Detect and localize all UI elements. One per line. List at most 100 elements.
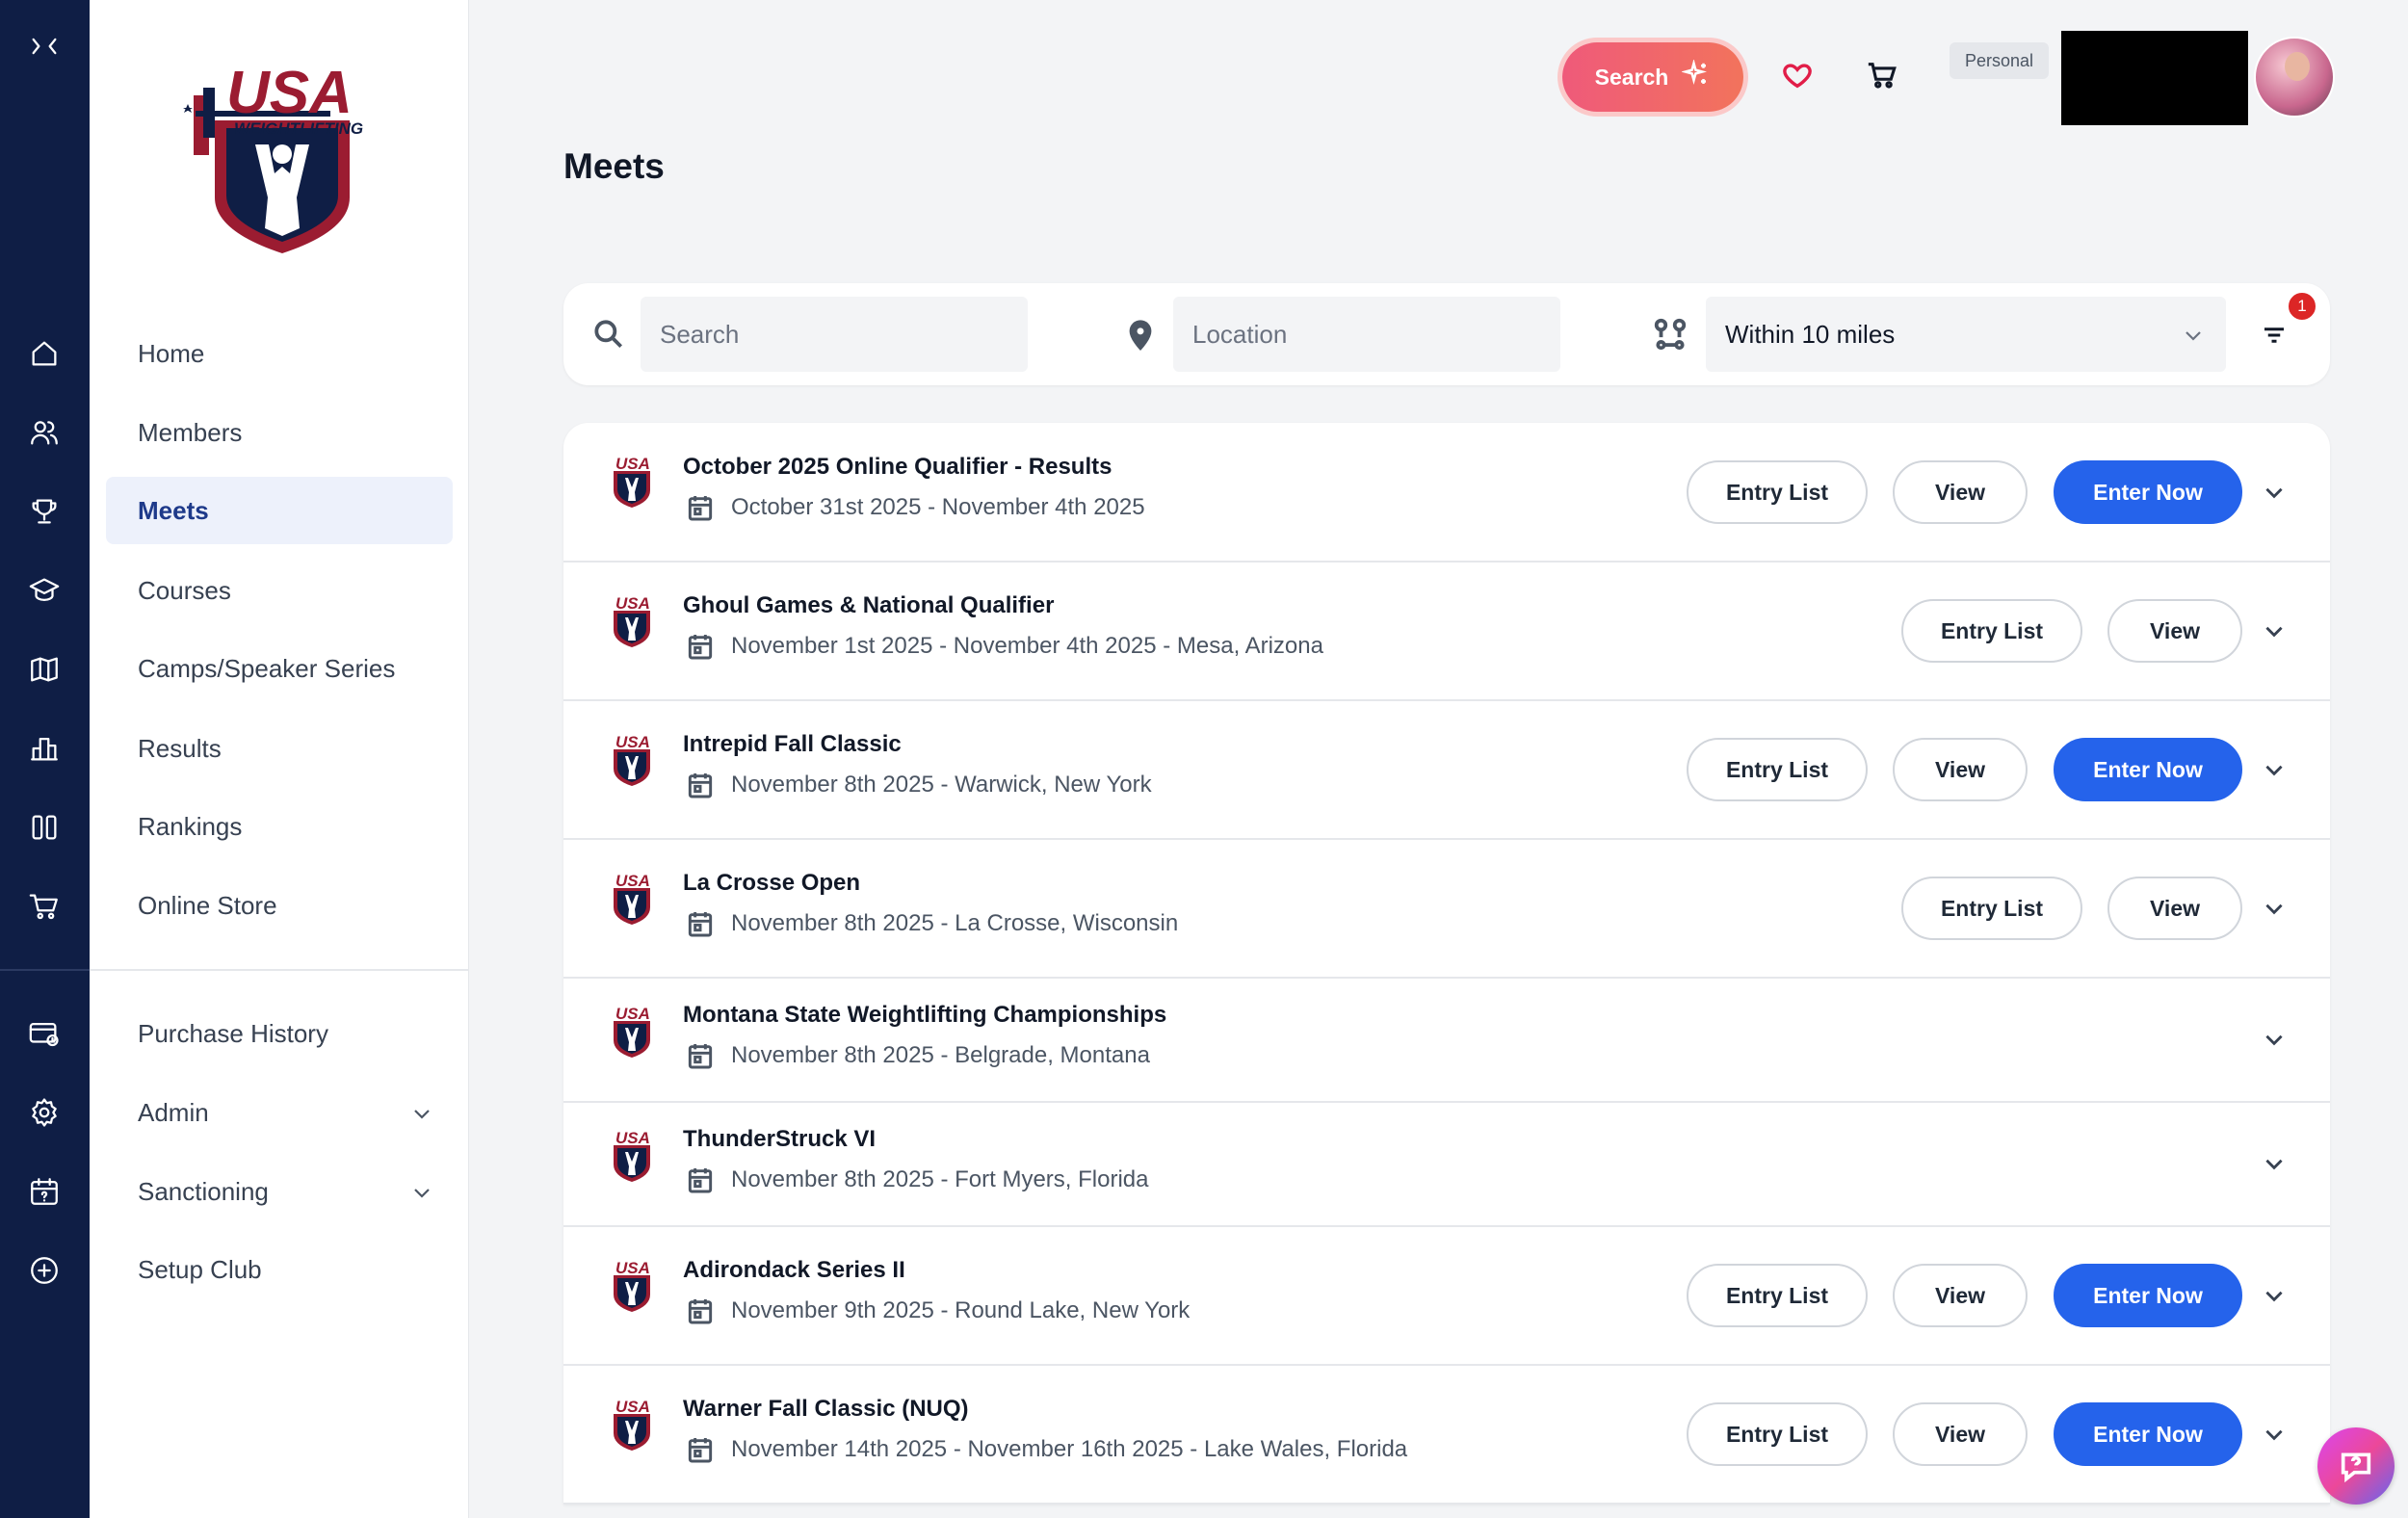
sidebar-item-label: Members bbox=[138, 417, 243, 447]
sidebar-item-label: Home bbox=[138, 338, 205, 368]
enter-now-button[interactable]: Enter Now bbox=[2054, 738, 2242, 801]
sidebar-item-home[interactable]: Home bbox=[106, 320, 453, 387]
entry-list-button[interactable]: Entry List bbox=[1687, 1402, 1868, 1466]
sidebar-item-label: Purchase History bbox=[138, 1018, 328, 1048]
sidebar-divider bbox=[90, 969, 469, 971]
expand-chevron-icon[interactable] bbox=[2257, 475, 2291, 510]
meet-date-text: November 1st 2025 - November 4th 2025 - … bbox=[731, 633, 1323, 659]
view-button[interactable]: View bbox=[2107, 877, 2242, 940]
sidebar-item-purchase-history[interactable]: Purchase History bbox=[106, 1000, 453, 1067]
meet-name[interactable]: October 2025 Online Qualifier - Results bbox=[683, 454, 1112, 481]
user-avatar[interactable] bbox=[2254, 37, 2335, 118]
icon-rail bbox=[0, 0, 90, 1518]
sidebar-item-online-store[interactable]: Online Store bbox=[106, 872, 453, 939]
meet-row: USA La Crosse Open November 8th 2025 - L… bbox=[563, 840, 2330, 979]
meet-name[interactable]: La Crosse Open bbox=[683, 870, 860, 897]
entry-list-button[interactable]: Entry List bbox=[1901, 599, 2082, 663]
view-button[interactable]: View bbox=[1893, 738, 2028, 801]
entry-list-button[interactable]: Entry List bbox=[1687, 1264, 1868, 1327]
expand-chevron-icon[interactable] bbox=[2257, 614, 2291, 648]
shopping-cart-icon[interactable] bbox=[1863, 56, 1901, 94]
view-button[interactable]: View bbox=[2107, 599, 2242, 663]
collapse-icon[interactable] bbox=[21, 23, 67, 69]
calendar-question-icon[interactable] bbox=[21, 1168, 67, 1215]
sidebar-item-rankings[interactable]: Rankings bbox=[106, 793, 453, 860]
meet-org-logo: USA bbox=[602, 732, 662, 788]
meet-row: USA October 2025 Online Qualifier - Resu… bbox=[563, 423, 2330, 563]
sidebar-item-courses[interactable]: Courses bbox=[106, 557, 453, 624]
meet-name[interactable]: Warner Fall Classic (NUQ) bbox=[683, 1396, 969, 1423]
sidebar-item-admin[interactable]: Admin bbox=[106, 1079, 453, 1146]
expand-chevron-icon[interactable] bbox=[2257, 1022, 2291, 1057]
distance-select[interactable]: Within 10 miles bbox=[1706, 297, 2226, 372]
meet-name[interactable]: ThunderStruck VI bbox=[683, 1126, 876, 1153]
enter-now-button[interactable]: Enter Now bbox=[2054, 1264, 2242, 1327]
chevron-down-icon bbox=[410, 1102, 433, 1125]
view-button[interactable]: View bbox=[1893, 460, 2028, 524]
meet-row: USA Warner Fall Classic (NUQ) November 1… bbox=[563, 1366, 2330, 1505]
bar-chart-icon[interactable] bbox=[21, 725, 67, 772]
meet-org-logo: USA bbox=[602, 1258, 662, 1314]
help-chat-button[interactable] bbox=[2317, 1427, 2395, 1505]
meet-date-location: November 8th 2025 - Fort Myers, Florida bbox=[685, 1165, 1149, 1195]
redacted-user-name bbox=[2061, 31, 2248, 125]
meet-date-location: November 14th 2025 - November 16th 2025 … bbox=[685, 1434, 1407, 1465]
expand-chevron-icon[interactable] bbox=[2257, 1146, 2291, 1181]
meet-org-logo: USA bbox=[602, 871, 662, 927]
meet-date-location: November 8th 2025 - Warwick, New York bbox=[685, 770, 1152, 800]
entry-list-button[interactable]: Entry List bbox=[1901, 877, 2082, 940]
expand-chevron-icon[interactable] bbox=[2257, 1417, 2291, 1452]
meet-date-text: November 14th 2025 - November 16th 2025 … bbox=[731, 1436, 1408, 1462]
svg-text:USA: USA bbox=[615, 872, 650, 890]
gear-icon[interactable] bbox=[21, 1089, 67, 1136]
expand-chevron-icon[interactable] bbox=[2257, 891, 2291, 926]
enter-now-button[interactable]: Enter Now bbox=[2054, 1402, 2242, 1466]
view-button[interactable]: View bbox=[1893, 1264, 2028, 1327]
calendar-icon bbox=[688, 1044, 713, 1069]
entry-list-button[interactable]: Entry List bbox=[1687, 460, 1868, 524]
columns-icon[interactable] bbox=[21, 804, 67, 851]
search-input[interactable] bbox=[641, 297, 1028, 372]
expand-chevron-icon[interactable] bbox=[2257, 752, 2291, 787]
location-input[interactable] bbox=[1173, 297, 1560, 372]
sidebar-item-camps-speaker-series[interactable]: Camps/Speaker Series bbox=[106, 635, 453, 702]
usa-weightlifting-logo[interactable]: USA WEIGHTLIFTING bbox=[176, 53, 393, 260]
sidebar-item-meets[interactable]: Meets bbox=[106, 477, 453, 544]
svg-text:USA: USA bbox=[615, 733, 650, 751]
sidebar-item-label: Setup Club bbox=[138, 1254, 262, 1284]
trophy-icon[interactable] bbox=[21, 488, 67, 535]
meet-filter-bar: Within 10 miles 1 bbox=[563, 283, 2330, 385]
card-clock-icon[interactable] bbox=[21, 1010, 67, 1057]
enter-now-button[interactable]: Enter Now bbox=[2054, 460, 2242, 524]
home-icon[interactable] bbox=[21, 330, 67, 377]
sidebar-item-label: Meets bbox=[138, 495, 209, 525]
meet-name[interactable]: Ghoul Games & National Qualifier bbox=[683, 592, 1054, 619]
favorites-heart-icon[interactable] bbox=[1778, 56, 1817, 94]
meet-date-text: November 9th 2025 - Round Lake, New York bbox=[731, 1297, 1191, 1323]
members-icon[interactable] bbox=[21, 409, 67, 456]
sidebar-item-setup-club[interactable]: Setup Club bbox=[106, 1236, 453, 1303]
sidebar-item-sanctioning[interactable]: Sanctioning bbox=[106, 1158, 453, 1225]
ai-search-button[interactable]: Search bbox=[1562, 42, 1743, 112]
meet-name[interactable]: Intrepid Fall Classic bbox=[683, 731, 902, 758]
expand-chevron-icon[interactable] bbox=[2257, 1278, 2291, 1313]
sidebar-item-label: Rankings bbox=[138, 811, 243, 841]
meet-row: USA Ghoul Games & National Qualifier Nov… bbox=[563, 563, 2330, 701]
meet-name[interactable]: Adirondack Series II bbox=[683, 1257, 905, 1284]
filter-icon[interactable] bbox=[2255, 316, 2293, 354]
map-icon[interactable] bbox=[21, 646, 67, 693]
entry-list-button[interactable]: Entry List bbox=[1687, 738, 1868, 801]
route-distance-icon bbox=[1652, 316, 1688, 353]
cart-icon[interactable] bbox=[21, 883, 67, 929]
meet-date-location: November 8th 2025 - La Crosse, Wisconsin bbox=[685, 908, 1178, 939]
sidebar-item-label: Online Store bbox=[138, 890, 277, 920]
graduation-cap-icon[interactable] bbox=[21, 567, 67, 614]
meet-date-location: November 1st 2025 - November 4th 2025 - … bbox=[685, 631, 1323, 662]
sidebar-item-members[interactable]: Members bbox=[106, 399, 453, 466]
sidebar-item-label: Courses bbox=[138, 575, 231, 605]
sidebar-item-results[interactable]: Results bbox=[106, 715, 453, 782]
calendar-icon bbox=[688, 1299, 713, 1324]
view-button[interactable]: View bbox=[1893, 1402, 2028, 1466]
plus-circle-icon[interactable] bbox=[21, 1247, 67, 1294]
meet-name[interactable]: Montana State Weightlifting Championship… bbox=[683, 1002, 1166, 1029]
